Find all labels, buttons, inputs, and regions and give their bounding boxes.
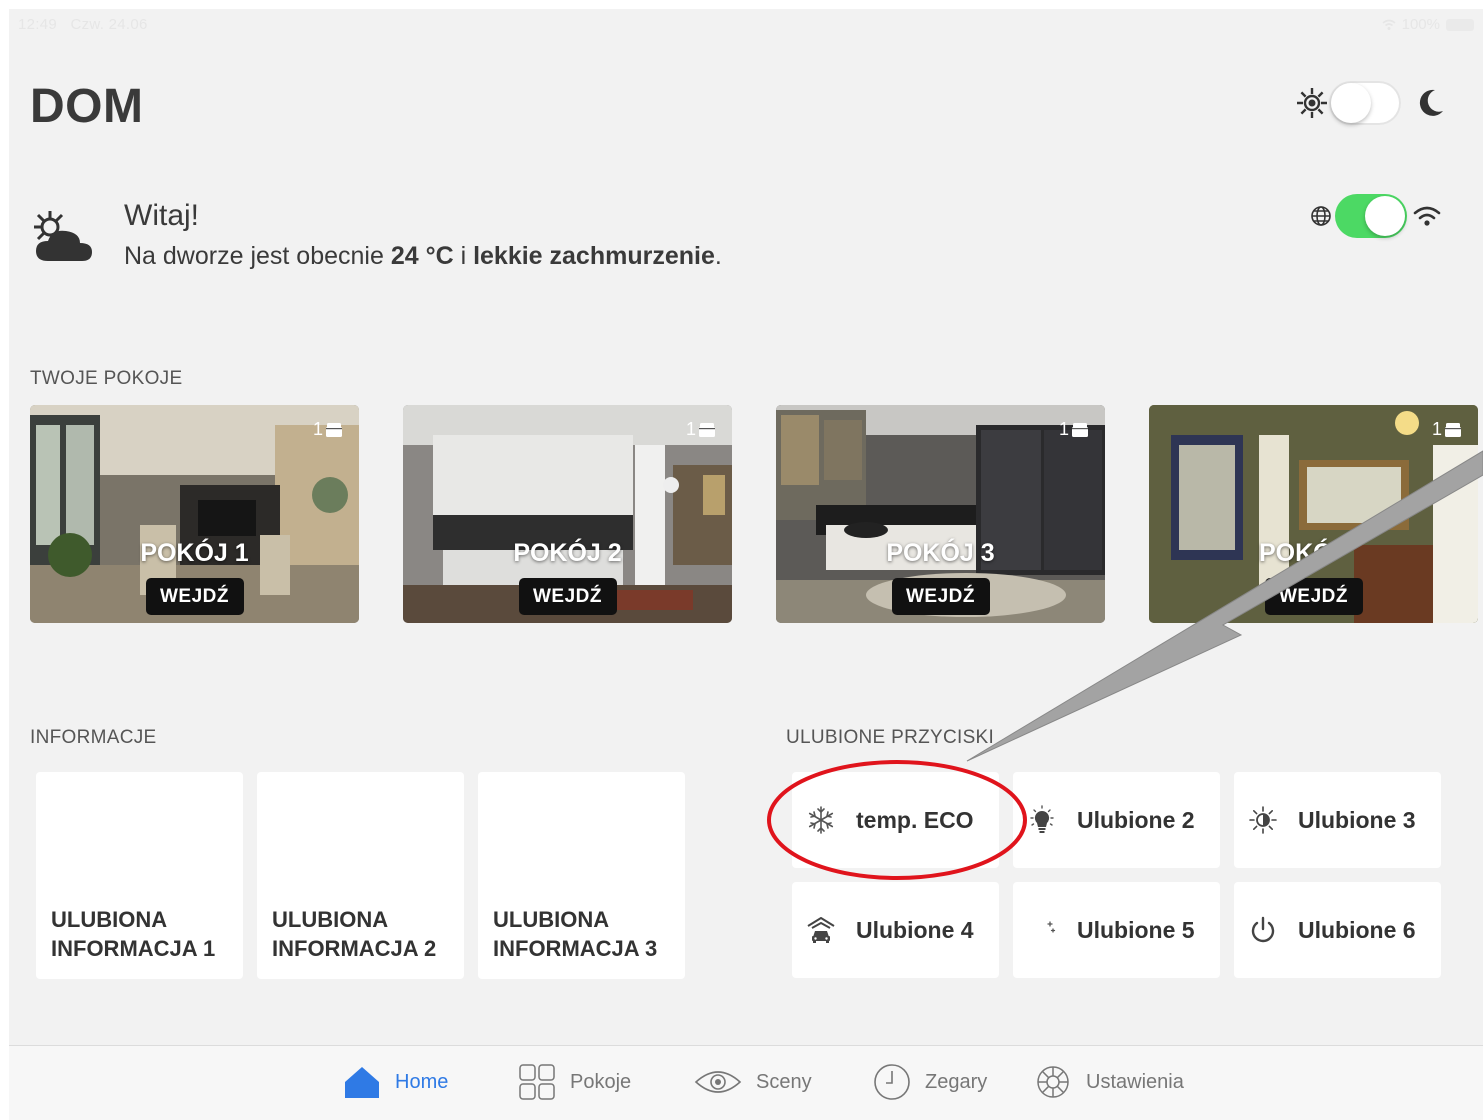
room-name: POKÓ	[1259, 539, 1333, 567]
favorite-button-label: temp. ECO	[856, 806, 974, 833]
tab-label: Zegary	[925, 1070, 988, 1093]
wifi-icon	[1413, 206, 1441, 226]
lightbulb-icon	[1030, 805, 1054, 833]
eye-icon	[694, 1071, 742, 1093]
device-box-icon	[699, 422, 715, 437]
favorite-buttons-grid: temp. ECO Ulubione 2 Ulubione 3 Ulubione…	[792, 772, 1441, 978]
room-device-count: 1	[1432, 419, 1462, 440]
status-time-date: 12:49 Czw. 24.06	[18, 16, 148, 33]
clock-icon	[874, 1064, 910, 1100]
snowflake-icon	[808, 806, 834, 834]
room-count-value: 1	[685, 419, 696, 439]
room-enter-button[interactable]: WEJDŹ	[891, 578, 990, 615]
weather-partly-cloudy-icon	[34, 211, 92, 261]
room-device-count: 1	[313, 419, 343, 440]
home-icon	[345, 1067, 379, 1098]
settings-icon	[1037, 1066, 1069, 1098]
favorite-button-4[interactable]: Ulubione 4	[792, 882, 999, 978]
app-screen: 12:49 Czw. 24.06 100% DOM Witaj! Na dwor…	[9, 9, 1483, 1120]
weather-summary: Na dworze jest obecnie 24 °C i lekkie za…	[124, 242, 722, 271]
globe-icon	[1311, 206, 1331, 226]
rooms-section-label: TWOJE POKOJE	[30, 368, 183, 389]
room-card-4[interactable]: 1 POKÓ WEJDŹ	[1149, 405, 1478, 623]
greeting-text: Witaj!	[124, 199, 199, 232]
favorite-button-2[interactable]: Ulubione 2	[1013, 772, 1220, 868]
theme-toggle	[1295, 81, 1447, 125]
status-right: 100%	[1382, 16, 1474, 33]
device-box-icon	[1445, 422, 1461, 437]
room-enter-button[interactable]: WEJDŹ	[1264, 578, 1363, 615]
info-tile-1[interactable]: ULUBIONA INFORMACJA 1	[36, 772, 243, 979]
switch-knob	[1331, 83, 1371, 123]
room-enter-button[interactable]: WEJDŹ	[518, 578, 617, 615]
tab-home[interactable]: Home	[343, 1060, 448, 1104]
weather-suffix: .	[714, 242, 722, 270]
status-time: 12:49	[18, 16, 58, 33]
favorite-button-label: Ulubione 5	[1077, 916, 1195, 943]
status-date: Czw. 24.06	[70, 16, 148, 33]
tab-scenes[interactable]: Sceny	[694, 1060, 812, 1104]
tab-label: Home	[395, 1070, 449, 1093]
grid-icon	[519, 1064, 555, 1100]
info-section-label: INFORMACJE	[30, 727, 157, 748]
garage-icon	[807, 917, 835, 943]
room-count-value: 1	[312, 419, 323, 439]
info-tile-label: ULUBIONA INFORMACJA 1	[51, 907, 216, 961]
info-tiles: ULUBIONA INFORMACJA 1 ULUBIONA INFORMACJ…	[36, 772, 685, 979]
favorites-section-label: ULUBIONE PRZYCISKI	[786, 727, 995, 748]
room-name: POKÓJ 3	[886, 539, 995, 567]
room-name: POKÓJ 1	[140, 539, 249, 567]
tab-settings[interactable]: Ustawienia	[1034, 1060, 1184, 1104]
tab-label: Ustawienia	[1086, 1070, 1184, 1093]
room-enter-button[interactable]: WEJDŹ	[145, 578, 244, 615]
room-count-value: 1	[1058, 419, 1069, 439]
info-tile-label: ULUBIONA INFORMACJA 2	[272, 907, 437, 961]
tab-label: Pokoje	[570, 1070, 632, 1093]
device-box-icon	[1072, 422, 1088, 437]
page-title: DOM	[30, 80, 144, 133]
switch-knob	[1365, 196, 1405, 236]
network-toggle	[1309, 194, 1443, 238]
info-tile-label: ULUBIONA INFORMACJA 3	[493, 907, 658, 961]
tab-rooms[interactable]: Pokoje	[518, 1060, 631, 1104]
weather-temperature: 24 °C	[390, 242, 454, 270]
battery-icon	[1446, 18, 1474, 31]
info-tile-3[interactable]: ULUBIONA INFORMACJA 3	[478, 772, 685, 979]
weather-condition: lekkie zachmurzenie	[473, 242, 715, 270]
night-moon-icon	[1035, 920, 1056, 940]
room-count-value: 1	[1431, 419, 1442, 439]
battery-percent: 100%	[1401, 16, 1440, 33]
power-icon	[1251, 916, 1275, 943]
info-tile-2[interactable]: ULUBIONA INFORMACJA 2	[257, 772, 464, 979]
room-name: POKÓJ 2	[513, 539, 622, 567]
favorite-button-label: Ulubione 6	[1298, 916, 1416, 943]
device-box-icon	[326, 422, 342, 437]
brightness-icon	[1249, 806, 1277, 834]
room-card-2[interactable]: 1 POKÓJ 2 WEJDŹ	[403, 405, 732, 623]
moon-icon	[1419, 89, 1443, 116]
status-bar: 12:49 Czw. 24.06 100%	[9, 9, 1483, 39]
favorite-button-5[interactable]: Ulubione 5	[1013, 882, 1220, 978]
dark-mode-switch[interactable]	[1329, 81, 1401, 125]
bottom-tab-bar: Home Pokoje Sceny Zegary Ustawienia	[9, 1045, 1483, 1120]
favorite-button-1[interactable]: temp. ECO	[792, 772, 999, 868]
sun-icon	[1297, 88, 1327, 118]
tab-label: Sceny	[756, 1070, 812, 1093]
room-device-count: 1	[1059, 419, 1089, 440]
favorite-button-label: Ulubione 2	[1077, 806, 1195, 833]
room-card-1[interactable]: 1 POKÓJ 1 WEJDŹ	[30, 405, 359, 623]
remote-connection-switch[interactable]	[1335, 194, 1407, 238]
favorite-button-6[interactable]: Ulubione 6	[1234, 882, 1441, 978]
room-card-3[interactable]: 1 POKÓJ 3 WEJDŹ	[776, 405, 1105, 623]
weather-connector: i	[453, 242, 474, 270]
favorite-button-label: Ulubione 4	[856, 916, 974, 943]
room-device-count: 1	[686, 419, 716, 440]
rooms-list: 1 POKÓJ 1 WEJDŹ 1 POKÓJ 2 WEJDŹ 1 POKÓJ …	[30, 405, 1478, 623]
wifi-status-icon	[1382, 19, 1396, 30]
weather-prefix: Na dworze jest obecnie	[124, 242, 391, 270]
favorite-button-label: Ulubione 3	[1298, 806, 1416, 833]
favorite-button-3[interactable]: Ulubione 3	[1234, 772, 1441, 868]
tab-clocks[interactable]: Zegary	[873, 1060, 987, 1104]
